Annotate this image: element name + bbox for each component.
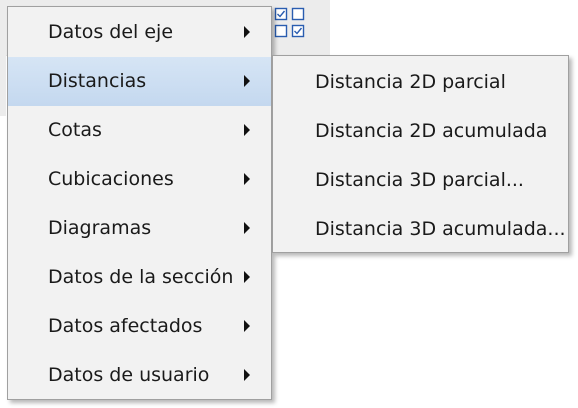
- submenu-arrow-icon: [244, 75, 250, 87]
- submenu-item-label: Distancia 2D acumulada: [315, 120, 548, 142]
- submenu-item-label: Distancia 2D parcial: [315, 71, 506, 93]
- menu-item-label: Datos de usuario: [48, 364, 210, 386]
- menu-item-datos-de-usuario[interactable]: Datos de usuario: [8, 351, 271, 400]
- menu-item-label: Datos del eje: [48, 21, 174, 43]
- checkbox-grid-icon[interactable]: [274, 7, 306, 39]
- menu-item-label: Cotas: [48, 119, 102, 141]
- menu-item-datos-afectados[interactable]: Datos afectados: [8, 302, 271, 351]
- submenu-arrow-icon: [244, 320, 250, 332]
- menu-item-distancias[interactable]: Distancias: [8, 57, 271, 106]
- menu-item-label: Datos afectados: [48, 315, 203, 337]
- submenu-arrow-icon: [244, 124, 250, 136]
- menu-item-cotas[interactable]: Cotas: [8, 106, 271, 155]
- submenu-item-label: Distancia 3D acumulada...: [315, 218, 566, 240]
- submenu-arrow-icon: [244, 173, 250, 185]
- distancias-submenu: Distancia 2D parcial Distancia 2D acumul…: [272, 55, 569, 253]
- menu-item-label: Datos de la sección: [48, 266, 234, 288]
- submenu-item-distancia-3d-acumulada[interactable]: Distancia 3D acumulada...: [273, 205, 568, 254]
- context-menu: Datos del eje Distancias Cotas Cubicacio…: [7, 6, 272, 400]
- submenu-item-distancia-2d-parcial[interactable]: Distancia 2D parcial: [273, 58, 568, 107]
- submenu-arrow-icon: [244, 26, 250, 38]
- menu-item-datos-de-la-seccion[interactable]: Datos de la sección: [8, 253, 271, 302]
- menu-item-label: Cubicaciones: [48, 168, 174, 190]
- menu-item-datos-del-eje[interactable]: Datos del eje: [8, 8, 271, 57]
- submenu-item-distancia-3d-parcial[interactable]: Distancia 3D parcial...: [273, 156, 568, 205]
- submenu-arrow-icon: [244, 271, 250, 283]
- menu-item-label: Distancias: [48, 70, 147, 92]
- submenu-item-label: Distancia 3D parcial...: [315, 169, 524, 191]
- menu-item-label: Diagramas: [48, 217, 152, 239]
- app-left-band: [0, 0, 6, 116]
- menu-item-diagramas[interactable]: Diagramas: [8, 204, 271, 253]
- submenu-item-distancia-2d-acumulada[interactable]: Distancia 2D acumulada: [273, 107, 568, 156]
- menu-item-cubicaciones[interactable]: Cubicaciones: [8, 155, 271, 204]
- submenu-arrow-icon: [244, 222, 250, 234]
- submenu-arrow-icon: [244, 369, 250, 381]
